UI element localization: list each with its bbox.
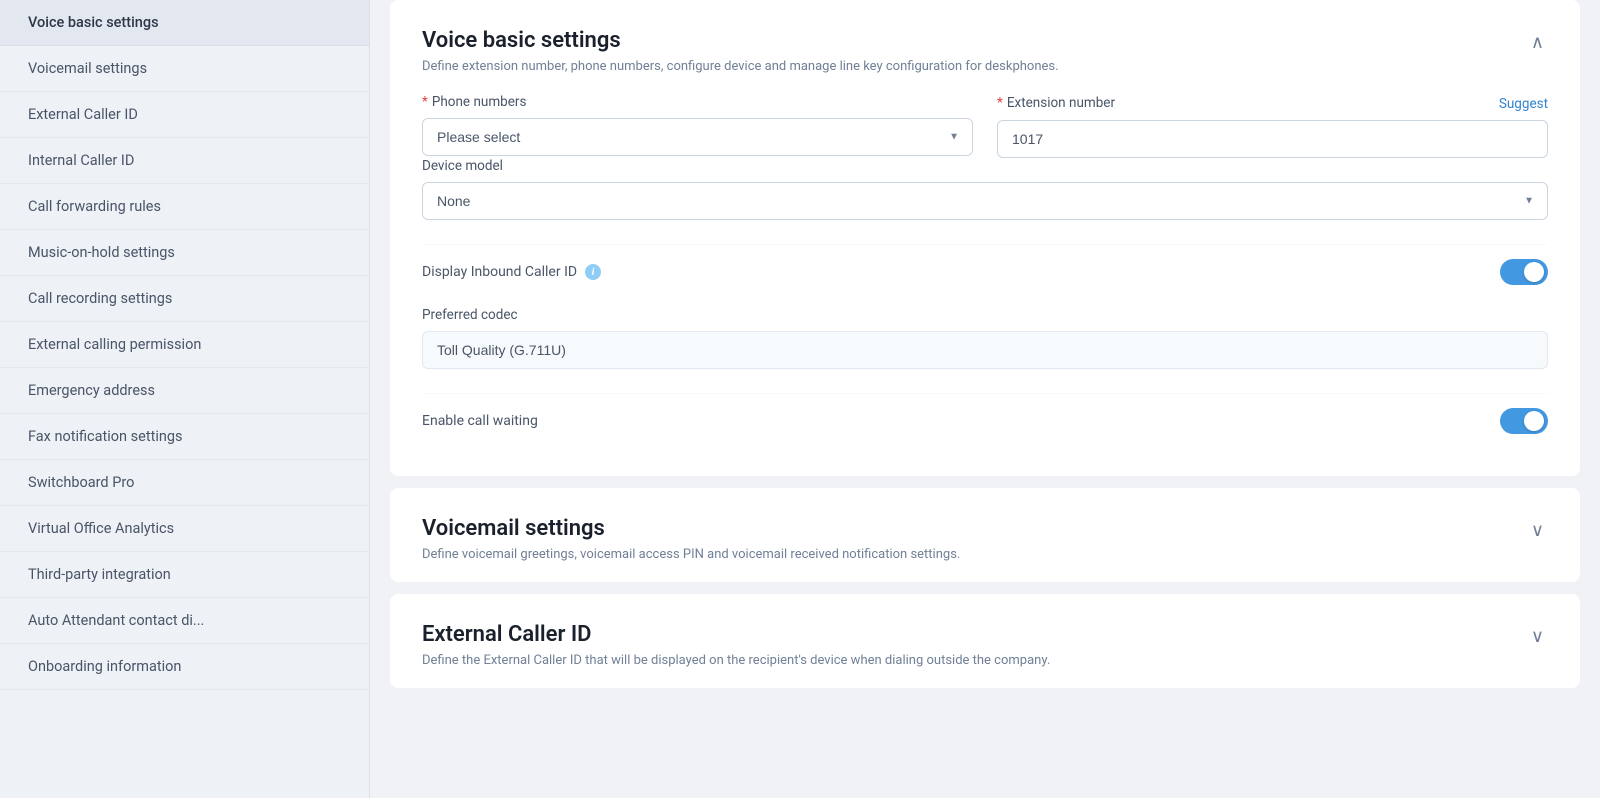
call-waiting-label: Enable call waiting xyxy=(422,413,538,429)
sidebar-item-auto-attendant[interactable]: Auto Attendant contact di... xyxy=(0,598,369,644)
call-waiting-label-group: Enable call waiting xyxy=(422,413,538,429)
preferred-codec-group: Preferred codec xyxy=(422,307,1548,369)
device-model-select[interactable]: None xyxy=(422,182,1548,220)
display-inbound-info-icon[interactable]: i xyxy=(585,264,601,280)
phone-numbers-select-wrapper: Please select xyxy=(422,118,973,156)
sidebar-item-call-forwarding[interactable]: Call forwarding rules xyxy=(0,184,369,230)
external-caller-id-header: External Caller ID Define the External C… xyxy=(390,594,1580,688)
sidebar-item-external-calling[interactable]: External calling permission xyxy=(0,322,369,368)
voicemail-subtitle: Define voicemail greetings, voicemail ac… xyxy=(422,547,960,562)
sidebar-item-virtual-office[interactable]: Virtual Office Analytics xyxy=(0,506,369,552)
device-model-label: Device model xyxy=(422,158,1548,174)
suggest-link[interactable]: Suggest xyxy=(1499,94,1548,112)
voice-basic-header: Voice basic settings Define extension nu… xyxy=(390,0,1580,94)
voice-basic-section: Voice basic settings Define extension nu… xyxy=(390,0,1580,476)
extension-number-label: *Extension number xyxy=(997,95,1115,111)
preferred-codec-input[interactable] xyxy=(422,331,1548,369)
external-caller-id-title: External Caller ID xyxy=(422,622,1050,647)
display-inbound-row: Display Inbound Caller ID i xyxy=(422,244,1548,299)
voice-basic-header-text: Voice basic settings Define extension nu… xyxy=(422,28,1059,74)
voicemail-header: Voicemail settings Define voicemail gree… xyxy=(390,488,1580,582)
phone-numbers-label: *Phone numbers xyxy=(422,94,973,110)
sidebar-item-switchboard-pro[interactable]: Switchboard Pro xyxy=(0,460,369,506)
sidebar-item-emergency-address[interactable]: Emergency address xyxy=(0,368,369,414)
display-inbound-toggle[interactable] xyxy=(1500,259,1548,285)
sidebar-item-external-caller-id[interactable]: External Caller ID xyxy=(0,92,369,138)
display-inbound-label-group: Display Inbound Caller ID i xyxy=(422,264,601,280)
sidebar-item-onboarding[interactable]: Onboarding information xyxy=(0,644,369,690)
phone-numbers-group: *Phone numbers Please select xyxy=(422,94,973,158)
sidebar-item-fax-notification[interactable]: Fax notification settings xyxy=(0,414,369,460)
sidebar-item-voicemail[interactable]: Voicemail settings xyxy=(0,46,369,92)
sidebar-item-third-party[interactable]: Third-party integration xyxy=(0,552,369,598)
external-caller-id-section: External Caller ID Define the External C… xyxy=(390,594,1580,688)
main-content: Voice basic settings Define extension nu… xyxy=(370,0,1600,798)
voice-basic-body: *Phone numbers Please select *Extension … xyxy=(390,94,1580,476)
voicemail-header-text: Voicemail settings Define voicemail gree… xyxy=(422,516,960,562)
device-model-select-wrapper: None xyxy=(422,182,1548,220)
extension-number-input[interactable] xyxy=(997,120,1548,158)
display-inbound-label: Display Inbound Caller ID xyxy=(422,264,577,280)
external-caller-id-expand-icon[interactable]: ∨ xyxy=(1527,622,1548,651)
call-waiting-row: Enable call waiting xyxy=(422,393,1548,448)
voice-basic-subtitle: Define extension number, phone numbers, … xyxy=(422,59,1059,74)
voice-basic-collapse-icon[interactable]: ∧ xyxy=(1527,28,1548,57)
phone-extension-row: *Phone numbers Please select *Extension … xyxy=(422,94,1548,158)
extension-header: *Extension number Suggest xyxy=(997,94,1548,112)
voicemail-expand-icon[interactable]: ∨ xyxy=(1527,516,1548,545)
external-caller-id-header-text: External Caller ID Define the External C… xyxy=(422,622,1050,668)
sidebar-item-internal-caller-id[interactable]: Internal Caller ID xyxy=(0,138,369,184)
sidebar-item-voice-basic[interactable]: Voice basic settings xyxy=(0,0,369,46)
sidebar-item-call-recording[interactable]: Call recording settings xyxy=(0,276,369,322)
preferred-codec-label: Preferred codec xyxy=(422,307,1548,323)
voicemail-section: Voicemail settings Define voicemail gree… xyxy=(390,488,1580,582)
sidebar: Voice basic settings Voicemail settings … xyxy=(0,0,370,798)
call-waiting-toggle[interactable] xyxy=(1500,408,1548,434)
extension-number-group: *Extension number Suggest xyxy=(997,94,1548,158)
voice-basic-title: Voice basic settings xyxy=(422,28,1059,53)
voicemail-title: Voicemail settings xyxy=(422,516,960,541)
external-caller-id-subtitle: Define the External Caller ID that will … xyxy=(422,653,1050,668)
device-model-group: Device model None xyxy=(422,158,1548,220)
phone-numbers-select[interactable]: Please select xyxy=(422,118,973,156)
sidebar-item-music-on-hold[interactable]: Music-on-hold settings xyxy=(0,230,369,276)
